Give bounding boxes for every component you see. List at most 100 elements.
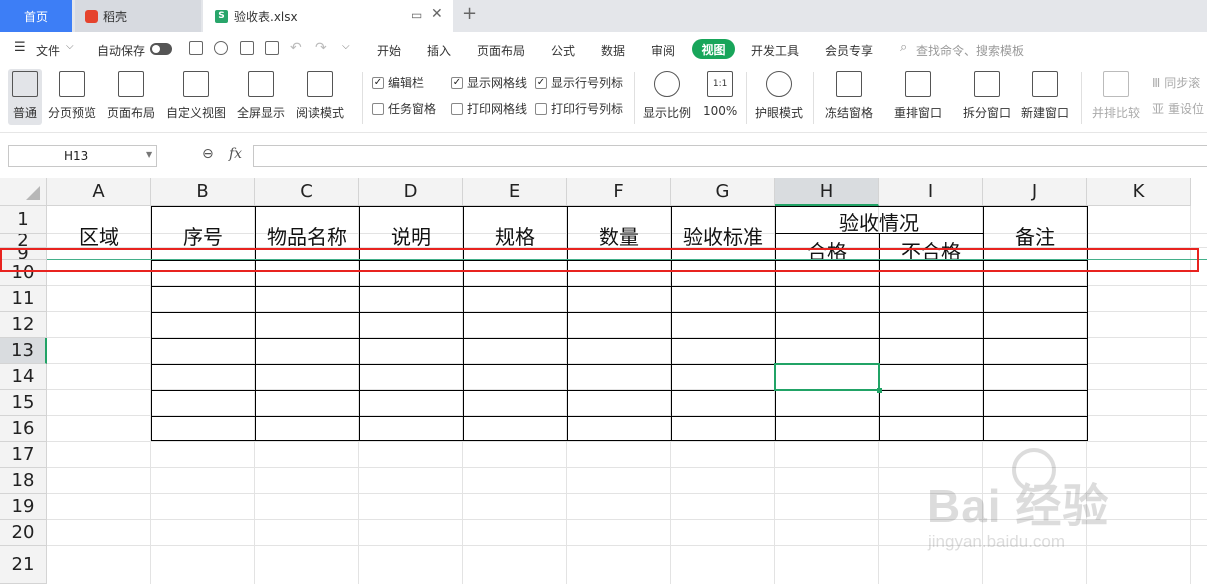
monitor-icon[interactable]: ▭ bbox=[411, 8, 422, 22]
menu-review[interactable]: 审阅 bbox=[651, 42, 675, 59]
menu-insert[interactable]: 插入 bbox=[427, 42, 451, 59]
column-header-f[interactable]: F bbox=[567, 178, 671, 206]
fx-icon[interactable]: fx bbox=[229, 146, 242, 162]
share-icon[interactable] bbox=[214, 41, 228, 55]
menu-developer[interactable]: 开发工具 bbox=[751, 42, 799, 59]
print-preview-icon[interactable] bbox=[265, 41, 279, 55]
chk-formula-bar[interactable]: ✓ 编辑栏 bbox=[372, 74, 424, 91]
column-header-i[interactable]: I bbox=[879, 178, 983, 206]
chevron-down-icon[interactable]: ▼ bbox=[146, 150, 152, 159]
sync-scroll-button[interactable]: Ⅲ 同步滚 bbox=[1152, 74, 1200, 91]
undo-icon[interactable]: ↶ bbox=[290, 40, 302, 56]
chk-print-grid[interactable]: 打印网格线 bbox=[451, 100, 527, 117]
more-icon[interactable]: ⌵ bbox=[342, 41, 350, 52]
menu-formula[interactable]: 公式 bbox=[551, 42, 575, 59]
column-header-j[interactable]: J bbox=[983, 178, 1087, 206]
row-header-14[interactable]: 14 bbox=[0, 364, 47, 390]
chk-task-pane[interactable]: 任务窗格 bbox=[372, 100, 436, 117]
zoom-100-button[interactable]: 1:1 100% bbox=[703, 69, 737, 118]
header-cell-standard[interactable]: 验收标准 bbox=[671, 222, 775, 249]
menu-page-layout[interactable]: 页面布局 bbox=[477, 42, 525, 59]
column-header-c[interactable]: C bbox=[255, 178, 359, 206]
page-layout-button[interactable]: 页面布局 bbox=[107, 69, 155, 121]
reading-mode-button[interactable]: 阅读模式 bbox=[296, 69, 344, 121]
save-icon[interactable] bbox=[189, 41, 203, 55]
side-by-side-button[interactable]: 并排比较 bbox=[1092, 69, 1140, 121]
custom-view-button[interactable]: 自定义视图 bbox=[166, 69, 226, 121]
row-header-12[interactable]: 12 bbox=[0, 312, 47, 338]
grid-icon bbox=[12, 71, 38, 97]
search-input[interactable]: 查找命令、搜索模板 bbox=[916, 42, 1024, 59]
column-header-d[interactable]: D bbox=[359, 178, 463, 206]
zoom-ratio-button[interactable]: 显示比例 bbox=[643, 69, 691, 121]
column-header-b[interactable]: B bbox=[151, 178, 255, 206]
header-cell-seq[interactable]: 序号 bbox=[151, 222, 255, 249]
gridline-h bbox=[47, 493, 1207, 494]
new-window-button[interactable]: 新建窗口 bbox=[1021, 69, 1069, 121]
header-cell-remark[interactable]: 备注 bbox=[983, 222, 1087, 249]
select-all-corner[interactable] bbox=[0, 178, 47, 206]
header-cell-status[interactable]: 验收情况 bbox=[775, 208, 983, 235]
eye-mode-button[interactable]: 护眼模式 bbox=[755, 69, 803, 121]
menu-member[interactable]: 会员专享 bbox=[825, 42, 873, 59]
page-break-icon bbox=[59, 71, 85, 97]
print-icon[interactable] bbox=[240, 41, 254, 55]
page-break-button[interactable]: 分页预览 bbox=[48, 69, 96, 121]
chevron-down-icon: ⌵ bbox=[66, 41, 74, 52]
formula-input[interactable] bbox=[253, 145, 1207, 167]
column-header-h[interactable]: H bbox=[775, 178, 879, 206]
zoom-100-label: 100% bbox=[703, 104, 738, 118]
chk-headings[interactable]: ✓ 显示行号列标 bbox=[535, 74, 623, 91]
arrange-icon bbox=[905, 71, 931, 97]
row-header-1[interactable]: 1 bbox=[0, 206, 47, 234]
tab-daoke[interactable]: 稻壳 bbox=[75, 0, 201, 32]
column-header-e[interactable]: E bbox=[463, 178, 567, 206]
chk-gridlines[interactable]: ✓ 显示网格线 bbox=[451, 74, 527, 91]
hamburger-icon[interactable]: ☰ bbox=[14, 40, 26, 55]
row-header-20[interactable]: 20 bbox=[0, 520, 47, 546]
new-tab-button[interactable]: + bbox=[462, 3, 477, 24]
freeze-panes-button[interactable]: 冻结窗格 bbox=[825, 69, 873, 121]
close-icon[interactable]: ✕ bbox=[431, 6, 443, 22]
row-header-17[interactable]: 17 bbox=[0, 442, 47, 468]
menu-file[interactable]: 文件 bbox=[36, 42, 60, 59]
chk-print-headings[interactable]: 打印行号列标 bbox=[535, 100, 623, 117]
checkbox-icon bbox=[535, 102, 547, 115]
arrange-window-button[interactable]: 重排窗口 bbox=[894, 69, 942, 121]
active-cell[interactable] bbox=[774, 363, 880, 391]
menu-view[interactable]: 视图 bbox=[692, 39, 735, 59]
row-header-15[interactable]: 15 bbox=[0, 390, 47, 416]
tab-home[interactable]: 首页 bbox=[0, 0, 72, 32]
header-cell-desc[interactable]: 说明 bbox=[359, 222, 463, 249]
redo-icon[interactable]: ↷ bbox=[315, 40, 327, 56]
row-header-11[interactable]: 11 bbox=[0, 286, 47, 312]
spreadsheet-icon: S bbox=[215, 9, 228, 23]
row-header-21[interactable]: 21 bbox=[0, 546, 47, 584]
row-header-2[interactable]: 2 bbox=[0, 234, 47, 248]
daoke-icon bbox=[85, 9, 98, 23]
header-cell-item-name[interactable]: 物品名称 bbox=[255, 222, 359, 249]
header-cell-region[interactable]: 区域 bbox=[47, 222, 151, 249]
row-header-19[interactable]: 19 bbox=[0, 494, 47, 520]
view-normal-button[interactable]: 普通 bbox=[8, 69, 42, 125]
split-window-button[interactable]: 拆分窗口 bbox=[963, 69, 1011, 121]
row-header-16[interactable]: 16 bbox=[0, 416, 47, 442]
row-header-13[interactable]: 13 bbox=[0, 338, 47, 364]
menu-start[interactable]: 开始 bbox=[377, 42, 401, 59]
column-header-k[interactable]: K bbox=[1087, 178, 1191, 206]
row-header-18[interactable]: 18 bbox=[0, 468, 47, 494]
column-header-g[interactable]: G bbox=[671, 178, 775, 206]
reset-position-button[interactable]: 亚重设位 bbox=[1152, 100, 1204, 117]
menu-data[interactable]: 数据 bbox=[601, 42, 625, 59]
baidu-watermark: Bai 经验 jingyan.baidu.com bbox=[922, 448, 1172, 558]
header-cell-qty[interactable]: 数量 bbox=[567, 222, 671, 249]
autosave-toggle[interactable] bbox=[150, 43, 172, 55]
reset-position-label: 重设位 bbox=[1168, 102, 1205, 116]
custom-view-icon bbox=[183, 71, 209, 97]
header-cell-spec[interactable]: 规格 bbox=[463, 222, 567, 249]
fullscreen-button[interactable]: 全屏显示 bbox=[237, 69, 285, 121]
name-box[interactable]: H13 bbox=[8, 145, 157, 167]
column-header-a[interactable]: A bbox=[47, 178, 151, 206]
zoom-formula-icon[interactable]: ⊖ bbox=[202, 146, 214, 162]
fill-handle[interactable] bbox=[877, 388, 882, 393]
